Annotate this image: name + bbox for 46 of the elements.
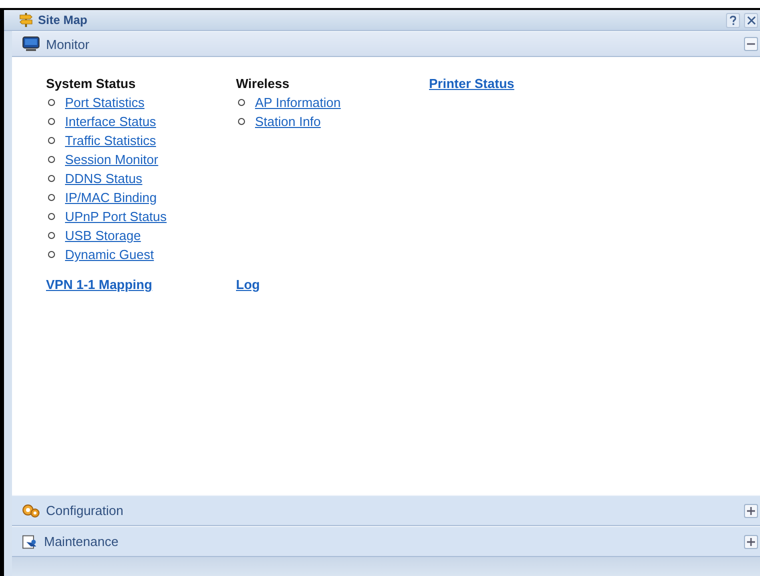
panel-header[interactable]: Configuration bbox=[12, 495, 760, 526]
bullet-icon bbox=[48, 118, 55, 125]
monitor-icon bbox=[22, 36, 40, 52]
bullet-icon bbox=[48, 137, 55, 144]
panel-toggle-button[interactable] bbox=[744, 37, 758, 51]
page-link[interactable]: Session Monitor bbox=[65, 152, 158, 167]
page-link[interactable]: Interface Status bbox=[65, 114, 156, 129]
help-icon bbox=[729, 14, 737, 26]
gears-icon bbox=[22, 502, 40, 518]
panel-title: Maintenance bbox=[44, 534, 118, 549]
panel-header[interactable]: Maintenance bbox=[12, 526, 760, 557]
bullet-icon bbox=[48, 175, 55, 182]
section-link[interactable]: Printer Status bbox=[429, 75, 514, 93]
signpost-icon bbox=[18, 12, 34, 28]
close-button[interactable] bbox=[744, 12, 758, 28]
help-button[interactable] bbox=[726, 12, 740, 28]
panel-toggle-button[interactable] bbox=[744, 534, 758, 548]
panel-title: Configuration bbox=[46, 503, 124, 518]
bullet-icon bbox=[238, 118, 245, 125]
group-heading: Wireless bbox=[236, 75, 290, 93]
plus-icon bbox=[747, 538, 755, 546]
panel-title: Monitor bbox=[46, 36, 90, 52]
panel-header[interactable]: Monitor bbox=[12, 31, 760, 57]
page-link[interactable]: IP/MAC Binding bbox=[65, 190, 157, 205]
panel-toggle-button[interactable] bbox=[744, 504, 758, 518]
page-link[interactable]: Traffic Statistics bbox=[65, 133, 156, 148]
close-icon bbox=[746, 16, 756, 24]
bullet-icon bbox=[48, 251, 55, 258]
window-title: Site Map bbox=[38, 13, 88, 27]
page-link[interactable]: Port Statistics bbox=[65, 95, 144, 110]
bullet-icon bbox=[48, 99, 55, 106]
page-link[interactable]: Dynamic Guest bbox=[65, 247, 154, 262]
page-link[interactable]: UPnP Port Status bbox=[65, 209, 167, 224]
group-heading: System Status bbox=[46, 75, 136, 93]
bullet-icon bbox=[48, 194, 55, 201]
bullet-icon bbox=[48, 232, 55, 239]
plus-icon bbox=[747, 506, 755, 514]
bullet-icon bbox=[48, 213, 55, 220]
page-link[interactable]: AP Information bbox=[255, 95, 341, 110]
page-link[interactable]: DDNS Status bbox=[65, 171, 142, 186]
bullet-icon bbox=[238, 99, 245, 106]
section-link[interactable]: VPN 1-1 Mapping bbox=[46, 276, 152, 294]
bullet-icon bbox=[48, 156, 55, 163]
page-link[interactable]: Station Info bbox=[255, 114, 321, 129]
page-link[interactable]: USB Storage bbox=[65, 228, 141, 243]
section-link[interactable]: Log bbox=[236, 276, 260, 294]
